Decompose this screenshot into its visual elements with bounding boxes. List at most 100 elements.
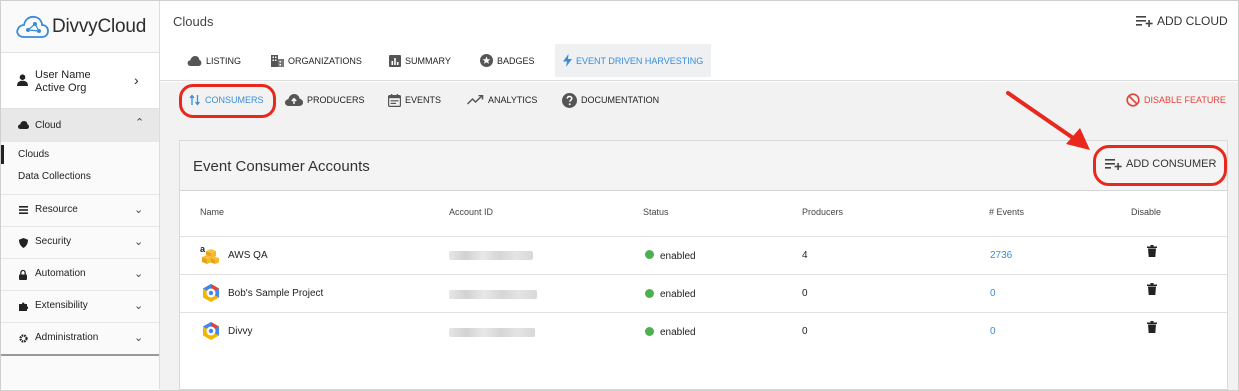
cloud-icon — [187, 55, 202, 66]
tab-label: SUMMARY — [405, 55, 451, 66]
divvycloud-logo-icon — [16, 15, 49, 38]
gear-icon — [19, 334, 28, 343]
chevron-down-icon: ⌄ — [134, 236, 144, 248]
sidebar-item-label: Automation — [35, 268, 86, 279]
chevron-right-icon: › — [134, 72, 139, 88]
panel-title: Event Consumer Accounts — [193, 158, 370, 175]
tab-summary[interactable]: SUMMARY — [389, 44, 451, 77]
shield-icon — [19, 238, 28, 248]
column-header-producers[interactable]: Producers — [802, 207, 843, 217]
sidebar-item-automation[interactable]: Automation ⌄ — [1, 258, 159, 290]
tab-label: BADGES — [497, 55, 535, 66]
bolt-icon — [563, 54, 572, 67]
row-events-link[interactable]: 0 — [990, 288, 996, 299]
help-icon — [562, 92, 577, 108]
bar-chart-icon — [389, 54, 401, 67]
tab-label: ORGANIZATIONS — [288, 55, 362, 66]
row-divider — [180, 274, 1227, 275]
tab-event-driven-harvesting[interactable]: EVENT DRIVEN HARVESTING — [555, 44, 712, 77]
row-divider — [180, 236, 1227, 237]
sidebar-item-security[interactable]: Security ⌄ — [1, 226, 159, 258]
trend-icon — [467, 95, 484, 105]
column-header-name[interactable]: Name — [200, 207, 224, 217]
status-dot — [645, 289, 654, 298]
account-id-redacted — [449, 251, 533, 260]
account-id-redacted — [449, 290, 537, 299]
user-name: User Name — [35, 69, 91, 81]
tab-label: LISTING — [206, 55, 242, 66]
playlist-add-icon — [1136, 16, 1153, 27]
column-header-status[interactable]: Status — [643, 207, 669, 217]
building-icon — [271, 54, 284, 67]
sidebar-subitem-clouds[interactable]: Clouds — [18, 149, 49, 160]
row-events-link[interactable]: 2736 — [990, 250, 1012, 261]
tab-organizations[interactable]: ORGANIZATIONS — [271, 44, 362, 77]
sidebar-divider — [1, 354, 159, 356]
sidebar: DivvyCloud User Name Active Org › Cloud … — [1, 1, 160, 389]
page-title: Clouds — [173, 14, 214, 29]
main-tabs: LISTING ORGANIZATIONS SUMMARY BADGES EVE… — [160, 44, 1238, 81]
row-producers: 0 — [802, 326, 808, 337]
row-events-link[interactable]: 0 — [990, 326, 996, 337]
status-dot — [645, 327, 654, 336]
sidebar-item-label: Administration — [35, 332, 99, 343]
calendar-icon — [388, 93, 401, 107]
tab-listing[interactable]: LISTING — [187, 44, 241, 77]
star-icon — [480, 54, 493, 67]
trash-icon[interactable] — [1147, 283, 1157, 295]
sidebar-item-cloud[interactable]: Cloud ⌃ — [1, 109, 159, 142]
consumers-highlight — [179, 84, 276, 118]
chevron-down-icon: ⌄ — [134, 268, 144, 280]
column-header-account-id[interactable]: Account ID — [449, 207, 493, 217]
subtab-analytics[interactable]: ANALYTICS — [467, 92, 537, 108]
row-status: enabled — [660, 327, 696, 338]
column-header-events[interactable]: # Events — [989, 207, 1024, 217]
row-name[interactable]: Bob's Sample Project — [228, 288, 323, 299]
block-icon — [1126, 93, 1140, 107]
active-indicator — [1, 145, 4, 164]
chevron-down-icon: ⌄ — [134, 332, 144, 344]
aws-logo-icon: a — [200, 244, 219, 264]
subtab-label: ANALYTICS — [488, 95, 538, 105]
person-icon — [17, 74, 28, 86]
svg-text:a: a — [200, 244, 206, 254]
status-dot — [645, 250, 654, 259]
cloud-icon — [18, 121, 29, 129]
user-menu[interactable]: User Name Active Org › — [1, 52, 159, 109]
list-icon — [19, 206, 28, 214]
sidebar-item-label: Security — [35, 236, 72, 247]
gcp-logo-icon — [203, 322, 219, 340]
brand-name: DivvyCloud — [52, 16, 147, 37]
trash-icon[interactable] — [1147, 321, 1157, 333]
puzzle-icon — [19, 302, 28, 311]
sidebar-subitem-data-collections[interactable]: Data Collections — [18, 171, 91, 182]
sidebar-item-administration[interactable]: Administration ⌄ — [1, 322, 159, 354]
sidebar-item-label: Resource — [35, 204, 78, 215]
tab-label: EVENT DRIVEN HARVESTING — [576, 55, 704, 66]
sidebar-item-extensibility[interactable]: Extensibility ⌄ — [1, 290, 159, 322]
annotation-arrow-icon — [1006, 91, 1090, 150]
add-consumer-highlight — [1093, 145, 1227, 186]
row-name[interactable]: Divvy — [228, 326, 252, 337]
row-status: enabled — [660, 251, 696, 262]
subtab-events[interactable]: EVENTS — [388, 92, 441, 108]
account-id-redacted — [449, 328, 535, 337]
subtab-producers[interactable]: PRODUCERS — [285, 92, 365, 108]
sidebar-item-resource[interactable]: Resource ⌄ — [1, 194, 159, 226]
cloud-upload-icon — [285, 94, 303, 106]
lock-icon — [19, 270, 27, 280]
tab-badges[interactable]: BADGES — [480, 44, 535, 77]
disable-feature-label: DISABLE FEATURE — [1144, 95, 1226, 105]
sidebar-item-label: Extensibility — [35, 300, 88, 311]
subtab-label: EVENTS — [405, 95, 442, 105]
subtab-documentation[interactable]: DOCUMENTATION — [562, 92, 659, 108]
disable-feature-button[interactable]: DISABLE FEATURE — [1126, 93, 1226, 107]
trash-icon[interactable] — [1147, 245, 1157, 257]
gcp-logo-icon — [203, 284, 219, 302]
brand-logo[interactable]: DivvyCloud — [15, 13, 146, 41]
row-producers: 0 — [802, 288, 808, 299]
chevron-up-icon: ⌃ — [135, 117, 145, 129]
add-cloud-label: ADD CLOUD — [1157, 14, 1228, 28]
row-name[interactable]: AWS QA — [228, 250, 268, 261]
add-cloud-button[interactable]: ADD CLOUD — [1136, 14, 1228, 28]
